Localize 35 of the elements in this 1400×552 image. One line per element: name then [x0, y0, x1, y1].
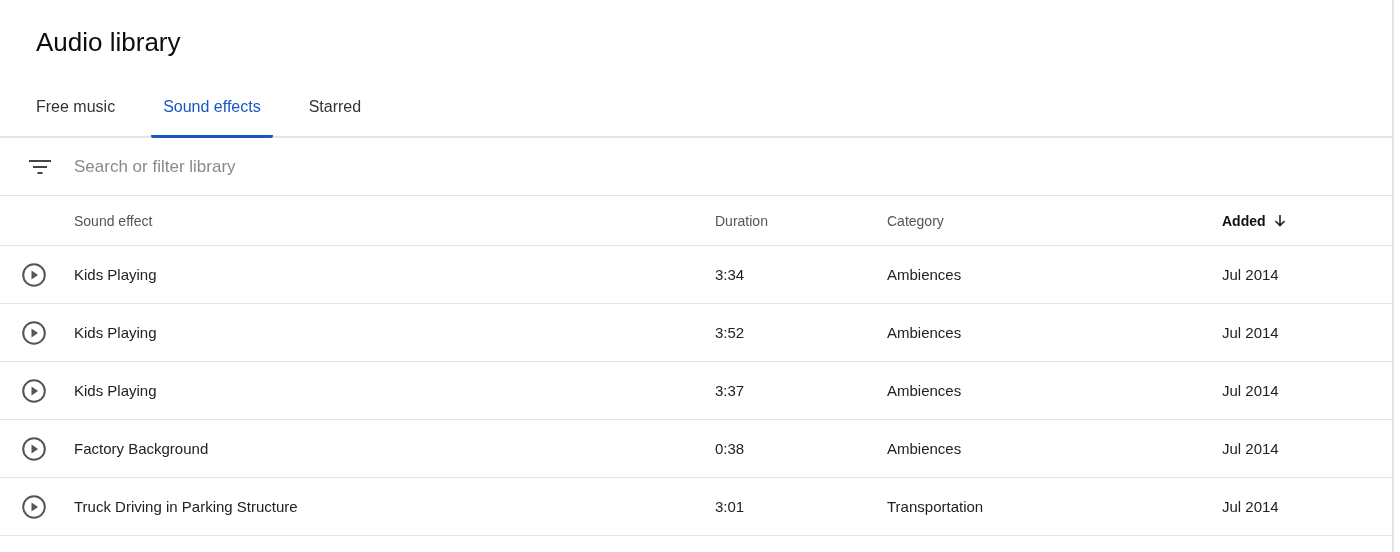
column-header[interactable]: Added: [1222, 212, 1266, 229]
tab[interactable]: Free music: [24, 98, 128, 138]
column-header[interactable]: Duration: [715, 212, 768, 229]
table-cell: Jul 2014: [1222, 440, 1279, 457]
table-cell: Jul 2014: [1222, 382, 1279, 399]
table-cell: Jul 2014: [1222, 324, 1279, 341]
table-cell: Ambiences: [887, 266, 962, 283]
table-cell: Transportation: [887, 498, 984, 515]
column-header[interactable]: Category: [887, 212, 944, 229]
table-cell: Jul 2014: [1222, 266, 1279, 283]
filter-icon[interactable]: [29, 159, 51, 174]
table-cell: Ambiences: [887, 440, 962, 457]
table-cell: Ambiences: [887, 324, 962, 341]
table-cell: 3:52: [715, 324, 745, 341]
table-cell: Kids Playing: [74, 324, 157, 341]
page-title: Audio library: [35, 26, 182, 59]
table-cell: 0:38: [715, 440, 745, 457]
table-cell: 3:37: [715, 382, 745, 399]
play-icon[interactable]: [22, 436, 46, 461]
table-cell: 3:01: [715, 498, 745, 515]
play-icon[interactable]: [22, 320, 46, 345]
table-cell: Factory Background: [74, 440, 209, 457]
play-icon[interactable]: [22, 378, 46, 403]
column-header[interactable]: Sound effect: [74, 212, 153, 229]
play-icon[interactable]: [22, 262, 46, 287]
table-cell: Jul 2014: [1222, 498, 1279, 515]
tab[interactable]: Sound effects: [151, 98, 273, 138]
table-cell: Kids Playing: [74, 382, 157, 399]
table-cell: Truck Driving in Parking Structure: [74, 498, 298, 515]
sort-down-icon[interactable]: [1273, 214, 1286, 227]
play-icon[interactable]: [22, 494, 46, 519]
table-cell: Kids Playing: [74, 266, 157, 283]
table-cell: 3:34: [715, 266, 745, 283]
tab[interactable]: Starred: [296, 98, 374, 138]
table-cell: Ambiences: [887, 382, 962, 399]
